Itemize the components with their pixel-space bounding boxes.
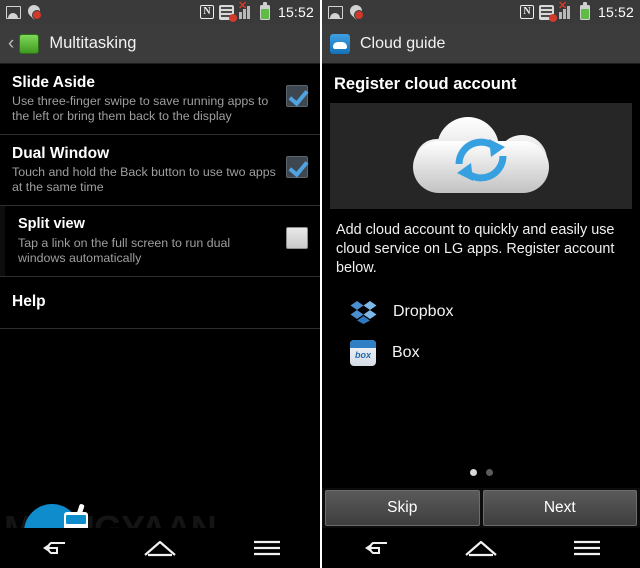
signal-error-icon: ✕ <box>238 1 255 19</box>
status-bar: N ✕ 15:52 <box>0 0 320 24</box>
status-bar-left-icons <box>328 5 364 20</box>
setting-subtitle: Tap a link on the full screen to run dua… <box>18 236 231 265</box>
settings-list: Slide Aside Use three-finger swipe to sa… <box>0 64 320 329</box>
service-label: Dropbox <box>393 303 454 320</box>
left-phone-screenshot: N ✕ 15:52 ‹ Multitasking Slide Aside Use… <box>0 0 320 568</box>
back-icon <box>363 540 387 556</box>
navigation-bar <box>0 528 320 568</box>
sync-error-icon <box>538 4 557 22</box>
home-icon <box>464 539 498 557</box>
list-item-dropbox[interactable]: Dropbox <box>350 300 640 324</box>
cloud-sync-icon <box>407 113 555 199</box>
nav-home-button[interactable] <box>428 539 534 557</box>
guide-heading: Register cloud account <box>334 75 517 93</box>
cloud-icon <box>330 33 350 54</box>
navigation-bar <box>322 528 640 568</box>
help-label: Help <box>12 293 46 310</box>
image-icon <box>328 5 343 19</box>
list-item-dual-window[interactable]: Dual Window Touch and hold the Back butt… <box>0 135 320 206</box>
status-bar: N ✕ 15:52 <box>322 0 640 24</box>
back-icon <box>41 540 66 556</box>
battery-icon <box>579 2 590 20</box>
status-bar-left-icons <box>6 5 42 20</box>
setting-subtitle: Touch and hold the Back button to use tw… <box>12 165 276 194</box>
checkbox-split-view[interactable] <box>286 227 308 249</box>
nav-menu-button[interactable] <box>213 539 320 557</box>
pager-dot-idle[interactable] <box>485 469 493 476</box>
setting-title: Dual Window <box>12 145 110 162</box>
location-alert-icon <box>350 5 364 20</box>
dual-screenshot-stage: N ✕ 15:52 ‹ Multitasking Slide Aside Use… <box>0 0 640 568</box>
checkbox-slide-aside[interactable] <box>286 85 308 107</box>
setting-subtitle: Use three-finger swipe to save running a… <box>12 94 269 123</box>
right-phone-screenshot: N ✕ 15:52 Cloud guide Register cloud acc… <box>320 0 640 568</box>
nav-home-button[interactable] <box>107 539 214 557</box>
guide-description: Add cloud account to quickly and easily … <box>336 222 615 276</box>
nfc-icon: N <box>519 5 534 19</box>
image-icon <box>6 5 21 19</box>
sync-error-icon <box>218 4 237 22</box>
list-item-split-view[interactable]: Split view Tap a link on the full screen… <box>0 206 320 277</box>
hero-image <box>330 103 632 209</box>
home-icon <box>143 539 177 557</box>
setting-title: Split view <box>18 216 85 232</box>
pager-dots-wrap <box>322 455 640 476</box>
battery-icon <box>259 2 270 20</box>
menu-icon <box>572 539 602 557</box>
list-item-help[interactable]: Help <box>0 277 320 329</box>
menu-icon <box>252 539 282 557</box>
action-bar: ‹ Multitasking <box>0 24 320 64</box>
setting-title: Slide Aside <box>12 74 95 91</box>
nav-back-button[interactable] <box>322 540 428 556</box>
action-bar: Cloud guide <box>322 24 640 64</box>
status-bar-clock: 15:52 <box>597 4 634 20</box>
list-item-slide-aside[interactable]: Slide Aside Use three-finger swipe to sa… <box>0 64 320 135</box>
box-glyph: box <box>354 350 371 360</box>
cloud-service-list: Dropbox box Box <box>322 278 640 366</box>
nav-back-button[interactable] <box>0 540 107 556</box>
dropbox-icon <box>350 300 377 324</box>
service-label: Box <box>392 344 420 361</box>
pager-dots <box>322 455 640 476</box>
nfc-icon: N <box>199 5 214 19</box>
back-chevron-icon[interactable]: ‹ <box>8 34 14 53</box>
checkbox-dual-window[interactable] <box>286 156 308 178</box>
list-item-box[interactable]: box Box <box>350 340 640 366</box>
page-title: Cloud guide <box>360 34 446 52</box>
page-title: Multitasking <box>49 34 137 52</box>
next-button[interactable]: Next <box>482 490 637 526</box>
nav-menu-button[interactable] <box>534 539 640 557</box>
guide-button-bar: Skip Next <box>322 488 640 528</box>
status-bar-right-icons: N ✕ 15:52 <box>519 1 634 22</box>
location-alert-icon <box>28 5 42 20</box>
pager-dot-active[interactable] <box>469 469 477 476</box>
skip-button[interactable]: Skip <box>325 490 480 526</box>
signal-error-icon: ✕ <box>558 1 575 19</box>
status-bar-clock: 15:52 <box>277 4 314 20</box>
multitasking-icon <box>19 33 40 54</box>
status-bar-right-icons: N ✕ 15:52 <box>199 1 314 22</box>
box-icon: box <box>350 340 376 366</box>
